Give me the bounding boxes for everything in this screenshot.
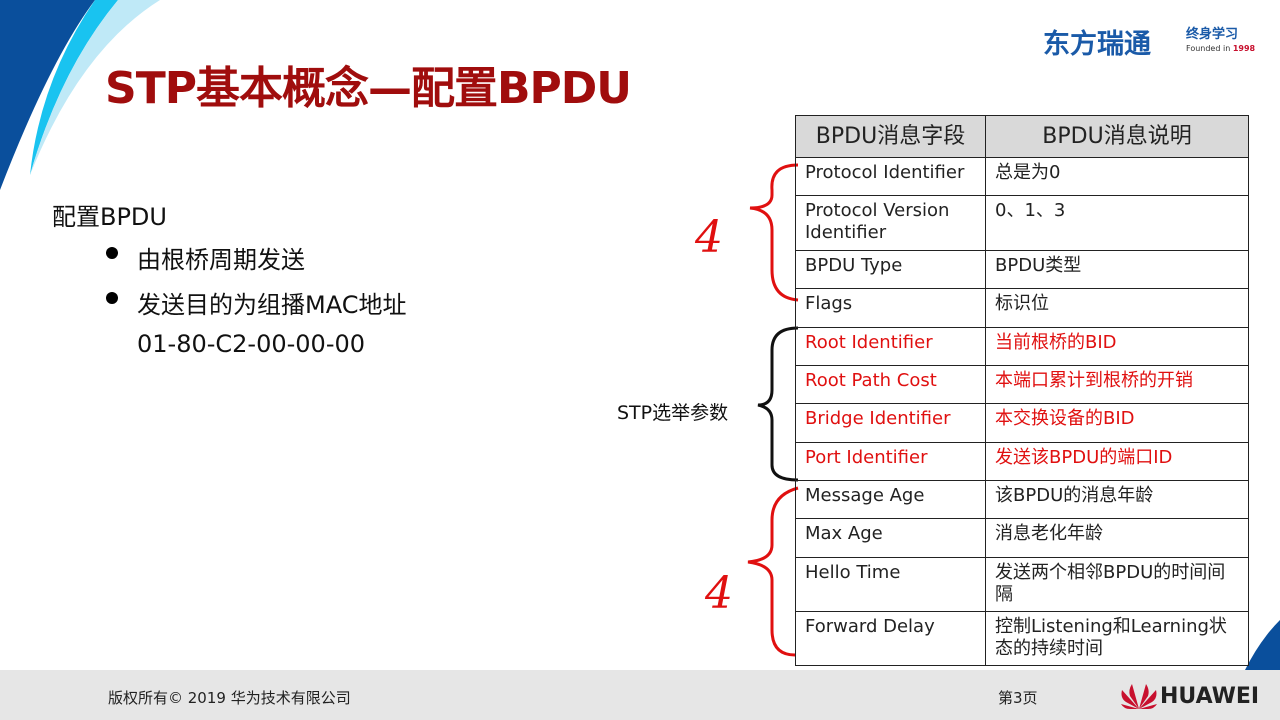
table-cell-field: Root Path Cost [795, 365, 986, 404]
table-row: Protocol Identifier 总是为0 [795, 157, 1249, 196]
table-row: Root Identifier 当前根桥的BID [795, 327, 1249, 366]
table-row: Message Age 该BPDU的消息年龄 [795, 480, 1249, 519]
table-row: Port Identifier 发送该BPDU的端口ID [795, 442, 1249, 481]
table-cell-desc: 当前根桥的BID [985, 327, 1249, 366]
handwritten-4-bottom: 4 [705, 568, 733, 619]
table-cell-field: BPDU Type [795, 250, 986, 289]
table-cell-desc: 发送两个相邻BPDU的时间间隔 [985, 557, 1249, 612]
table-cell-field: Protocol Identifier [795, 157, 986, 196]
table-row: Root Path Cost 本端口累计到根桥的开销 [795, 365, 1249, 404]
logo-tagline: 终身学习 Founded in 1998 [1186, 27, 1256, 54]
table-cell-desc: 标识位 [985, 288, 1249, 328]
handwritten-4-top: 4 [695, 212, 723, 263]
table-header: BPDU消息字段 [795, 115, 986, 158]
logo-dongfangruitong: 东方瑞通 [1043, 29, 1151, 60]
bullet-icon [106, 292, 118, 304]
table-header: BPDU消息说明 [985, 115, 1249, 158]
table-cell-field: Message Age [795, 480, 986, 519]
table-cell-desc: 0、1、3 [985, 195, 1249, 251]
table-cell-desc: 消息老化年龄 [985, 518, 1249, 558]
table-cell-desc: 该BPDU的消息年龄 [985, 480, 1249, 519]
table-cell-desc: BPDU类型 [985, 250, 1249, 289]
table-cell-field: Bridge Identifier [795, 403, 986, 443]
table-cell-field: Port Identifier [795, 442, 986, 481]
table-cell-field: Forward Delay [795, 611, 986, 666]
table-row: Hello Time 发送两个相邻BPDU的时间间隔 [795, 557, 1249, 612]
table-cell-desc: 总是为0 [985, 157, 1249, 196]
table-row: BPDU Type BPDU类型 [795, 250, 1249, 289]
page-title: STP基本概念—配置BPDU [105, 63, 632, 114]
table-cell-field: Flags [795, 288, 986, 328]
table-row: Bridge Identifier 本交换设备的BID [795, 403, 1249, 443]
huawei-logo-icon [1121, 684, 1157, 709]
page-number: 第3页 [998, 689, 1038, 707]
table-cell-desc: 控制Listening和Learning状态的持续时间 [985, 611, 1249, 666]
table-row: Protocol Version Identifier 0、1、3 [795, 195, 1249, 251]
content-heading: 配置BPDU [52, 203, 167, 231]
table-row: Max Age 消息老化年龄 [795, 518, 1249, 558]
bpdu-fields-table: BPDU消息字段 BPDU消息说明 Protocol Identifier 总是为… [795, 115, 1249, 666]
table-cell-field: Root Identifier [795, 327, 986, 366]
table-cell-desc: 本交换设备的BID [985, 403, 1249, 443]
bullet-item: 由根桥周期发送 [137, 246, 305, 274]
huawei-brand: HUAWEI [1160, 684, 1260, 709]
table-cell-desc: 本端口累计到根桥的开销 [985, 365, 1249, 404]
table-row: Forward Delay 控制Listening和Learning状态的持续时间 [795, 611, 1249, 666]
table-cell-field: Max Age [795, 518, 986, 558]
copyright: 版权所有© 2019 华为技术有限公司 [108, 689, 351, 707]
bullet-item: 发送目的为组播MAC地址 [137, 291, 407, 319]
bullet-icon [106, 247, 118, 259]
table-cell-field: Protocol Version Identifier [795, 195, 986, 251]
mac-address: 01-80-C2-00-00-00 [137, 330, 366, 358]
table-row: Flags 标识位 [795, 288, 1249, 328]
table-cell-field: Hello Time [795, 557, 986, 612]
table-cell-desc: 发送该BPDU的端口ID [985, 442, 1249, 481]
